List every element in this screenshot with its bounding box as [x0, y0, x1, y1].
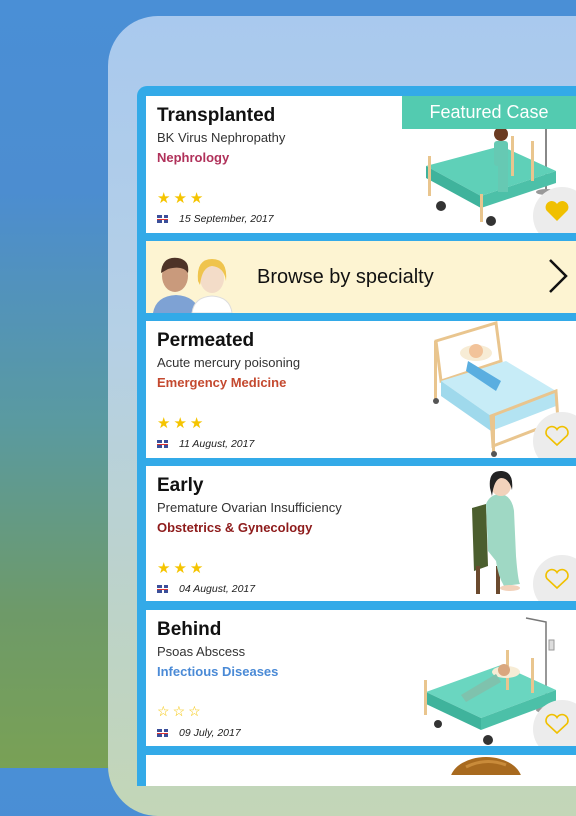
heart-filled-icon	[545, 201, 569, 221]
rating-stars: ★★★	[157, 414, 206, 432]
star-outline-icon: ☆	[172, 703, 188, 719]
case-title: Permeated	[157, 330, 255, 351]
case-card[interactable]: Early Premature Ovarian Insufficiency Ob…	[146, 466, 576, 601]
case-card[interactable]: Behind Psoas Abscess Infectious Diseases…	[146, 610, 576, 746]
case-list[interactable]: Transplanted BK Virus Nephropathy Nephro…	[137, 86, 576, 786]
heart-outline-icon	[545, 425, 569, 447]
case-diagnosis: Acute mercury poisoning	[157, 355, 301, 370]
heart-outline-icon	[545, 568, 569, 590]
case-diagnosis: Psoas Abscess	[157, 644, 246, 659]
browse-by-specialty-button[interactable]: Browse by specialty	[146, 241, 576, 313]
featured-badge: Featured Case	[402, 96, 576, 129]
star-filled-icon: ★	[173, 560, 189, 577]
case-date: 09 July, 2017	[179, 727, 241, 739]
case-illustration-partial	[451, 757, 521, 775]
case-date: 11 August, 2017	[179, 438, 255, 450]
case-date: 15 September, 2017	[179, 213, 274, 225]
case-meta: 04 August, 2017	[157, 583, 255, 595]
star-filled-icon: ★	[189, 190, 206, 207]
star-filled-icon: ★	[173, 415, 189, 432]
star-filled-icon: ★	[173, 190, 189, 207]
case-meta: 11 August, 2017	[157, 438, 254, 450]
case-card[interactable]	[146, 755, 576, 786]
case-title: Early	[157, 475, 204, 496]
case-title: Transplanted	[157, 105, 276, 126]
rating-stars: ☆☆☆	[157, 703, 204, 720]
patients-illustration	[153, 257, 233, 313]
star-outline-icon: ☆	[188, 703, 203, 719]
case-meta: 09 July, 2017	[157, 727, 241, 739]
star-outline-icon: ☆	[157, 703, 172, 719]
rating-stars: ★★★	[157, 189, 206, 207]
browse-label: Browse by specialty	[257, 266, 434, 288]
heart-outline-icon	[545, 713, 569, 735]
case-date: 04 August, 2017	[179, 583, 256, 595]
uk-flag-icon	[157, 440, 168, 448]
star-filled-icon: ★	[157, 415, 173, 432]
case-title: Behind	[157, 619, 222, 640]
case-diagnosis: Premature Ovarian Insufficiency	[157, 500, 342, 515]
case-card[interactable]: Permeated Acute mercury poisoning Emerge…	[146, 321, 576, 458]
star-filled-icon: ★	[157, 190, 173, 207]
star-filled-icon: ★	[157, 560, 173, 577]
uk-flag-icon	[157, 729, 168, 737]
chevron-right-icon	[549, 259, 568, 293]
rating-stars: ★★★	[157, 559, 206, 577]
uk-flag-icon	[157, 215, 168, 223]
uk-flag-icon	[157, 585, 168, 593]
case-diagnosis: BK Virus Nephropathy	[157, 130, 286, 145]
case-specialty: Emergency Medicine	[157, 375, 287, 390]
case-card[interactable]: Transplanted BK Virus Nephropathy Nephro…	[146, 96, 576, 233]
case-meta: 15 September, 2017	[157, 213, 274, 225]
case-specialty: Infectious Diseases	[157, 664, 279, 679]
star-filled-icon: ★	[189, 415, 206, 432]
case-specialty: Nephrology	[157, 150, 230, 165]
star-filled-icon: ★	[189, 560, 206, 577]
case-specialty: Obstetrics & Gynecology	[157, 520, 313, 535]
